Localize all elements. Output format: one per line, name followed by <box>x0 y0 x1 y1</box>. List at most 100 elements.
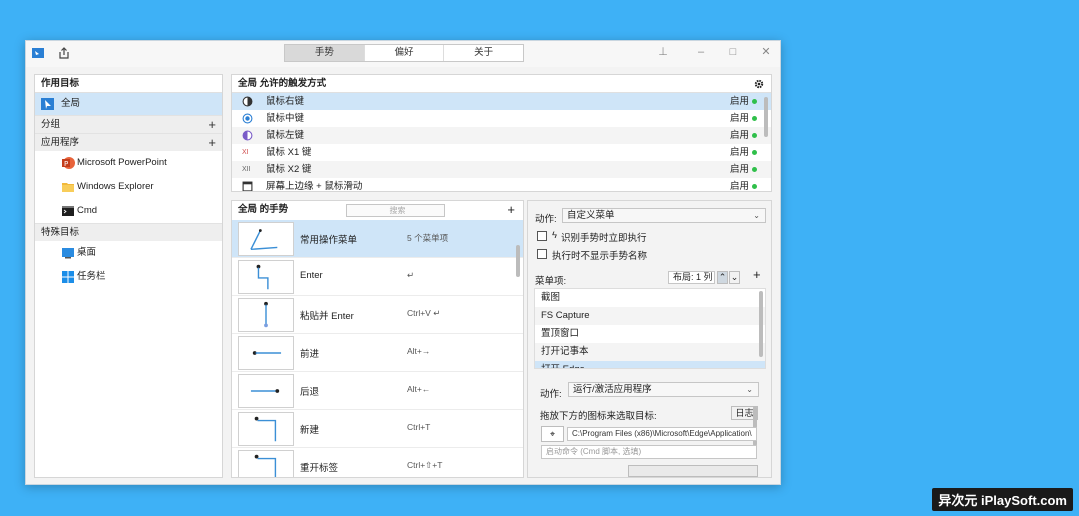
sub-action-value: 运行/激活应用程序 <box>573 384 652 395</box>
special-section: 特殊目标 <box>35 223 222 241</box>
add-app-button[interactable]: + <box>208 134 216 152</box>
menu-item[interactable]: 置顶窗口 <box>535 325 765 343</box>
app-item-powerpoint[interactable]: P Microsoft PowerPoint <box>35 151 222 175</box>
hide-name-checkbox[interactable] <box>537 249 547 259</box>
gesture-preview-icon <box>238 450 294 477</box>
trigger-status: 启用 <box>729 96 749 107</box>
hide-name-label: 执行时不显示手势名称 <box>552 251 648 262</box>
menu-item[interactable]: FS Capture <box>535 307 765 325</box>
trigger-label: 鼠标 X2 键 <box>266 164 312 175</box>
special-label: 特殊目标 <box>41 227 80 238</box>
gestures-scrollbar[interactable] <box>516 245 520 277</box>
trigger-label: 鼠标 X1 键 <box>266 147 312 158</box>
gesture-preview-icon <box>238 298 294 332</box>
target-global-label: 全局 <box>61 98 81 109</box>
trigger-row[interactable]: XII 鼠标 X2 键 启用 <box>232 161 771 178</box>
app-label: Cmd <box>77 205 98 216</box>
status-dot <box>752 99 757 104</box>
layout-dropdown[interactable]: 布局: 1 列 <box>668 271 715 284</box>
apps-section: 应用程序 + <box>35 133 222 151</box>
menu-item[interactable]: 截图 <box>535 289 765 307</box>
maximize-button[interactable]: □ <box>726 45 740 59</box>
add-gesture-button[interactable]: + <box>507 201 515 219</box>
app-item-explorer[interactable]: Windows Explorer <box>35 175 222 199</box>
gesture-row[interactable]: 新建 Ctrl+T <box>232 410 523 448</box>
share-icon[interactable] <box>57 46 71 60</box>
gesture-name: 重开标签 <box>300 463 339 474</box>
minimize-button[interactable]: – <box>694 45 708 59</box>
gesture-row[interactable]: 前进 Alt+→ <box>232 334 523 372</box>
special-item-desktop[interactable]: 桌面 <box>35 241 222 265</box>
mouse-x1-icon: XI <box>242 149 249 156</box>
trigger-row[interactable]: 鼠标左键 启用 <box>232 127 771 144</box>
action-label: 动作: <box>535 214 557 225</box>
add-menu-item-button[interactable]: + <box>753 267 761 282</box>
mouse-x2-icon: XII <box>242 166 251 173</box>
close-button[interactable]: ✕ <box>759 45 773 59</box>
gesture-row[interactable]: 重开标签 Ctrl+⇧+T <box>232 448 523 477</box>
title-bar: 手势 偏好 关于 ⊥ – □ ✕ <box>26 41 780 67</box>
trigger-row[interactable]: 屏幕上边缘 + 鼠标滑动 启用 <box>232 178 771 192</box>
gesture-name: 前进 <box>300 349 320 360</box>
add-group-button[interactable]: + <box>208 116 216 134</box>
trigger-status: 启用 <box>729 147 749 158</box>
gesture-row[interactable]: 后退 Alt+← <box>232 372 523 410</box>
gesture-key: Ctrl+⇧+T <box>407 460 443 470</box>
gesture-name: 新建 <box>300 425 320 436</box>
special-item-taskbar[interactable]: 任务栏 <box>35 265 222 289</box>
gesture-preview-icon <box>238 374 294 408</box>
lightning-icon: ϟ <box>552 230 558 241</box>
layout-down-button[interactable]: ⌄ <box>729 271 740 284</box>
menu-item[interactable]: 打开 Edge <box>535 361 765 368</box>
gesture-name: 粘贴并 Enter <box>300 311 354 322</box>
main-window: 手势 偏好 关于 ⊥ – □ ✕ 作用目标 全局 分组 + 应用程序 + P M… <box>25 40 781 485</box>
gesture-row[interactable]: Enter ↵ <box>232 258 523 296</box>
app-label: Microsoft PowerPoint <box>77 157 167 168</box>
gesture-row[interactable]: 粘贴并 Enter Ctrl+V ↵ <box>232 296 523 334</box>
powerpoint-icon: P <box>62 157 75 169</box>
trigger-label: 屏幕上边缘 + 鼠标滑动 <box>266 181 363 192</box>
app-item-cmd[interactable]: Cmd <box>35 199 222 223</box>
trigger-status: 启用 <box>729 130 749 141</box>
apps-label: 应用程序 <box>41 137 80 148</box>
app-label: Windows Explorer <box>77 181 154 192</box>
menu-item[interactable]: 打开记事本 <box>535 343 765 361</box>
launch-command-input[interactable]: 启动命令 (Cmd 脚本, 选填) <box>541 445 757 459</box>
crosshair-picker-icon[interactable]: ⌖ <box>541 426 564 442</box>
status-dot <box>752 167 757 172</box>
sub-action-dropdown[interactable]: 运行/激活应用程序 ⌄ <box>568 382 759 397</box>
gesture-search-input[interactable]: 搜索 <box>346 204 445 217</box>
drag-target-label: 拖放下方的图标来选取目标: <box>540 411 657 422</box>
target-global[interactable]: 全局 <box>35 93 222 115</box>
triggers-scrollbar[interactable] <box>764 97 768 137</box>
trigger-label: 鼠标中键 <box>266 113 305 124</box>
global-cursor-icon <box>41 98 54 110</box>
status-dot <box>752 184 757 189</box>
pin-icon[interactable]: ⊥ <box>656 45 670 59</box>
special-label: 任务栏 <box>77 271 106 282</box>
trigger-row[interactable]: 鼠标右键 启用 <box>232 93 771 110</box>
gesture-row[interactable]: 常用操作菜单 5 个菜单项 <box>232 220 523 258</box>
partial-button[interactable] <box>628 465 758 477</box>
action-dropdown[interactable]: 自定义菜单 ⌄ <box>562 208 766 223</box>
gesture-key: Alt+← <box>407 384 431 394</box>
layout-up-button[interactable]: ⌃ <box>717 271 728 284</box>
tab-about[interactable]: 关于 <box>444 45 523 61</box>
mouse-right-icon <box>242 96 253 107</box>
target-path-input[interactable]: C:\Program Files (x86)\Microsoft\Edge\Ap… <box>567 427 757 441</box>
folder-icon <box>62 183 74 192</box>
watermark: 异次元 iPlaySoft.com <box>932 488 1073 511</box>
gesture-name: Enter <box>300 270 323 281</box>
execute-immediately-checkbox[interactable] <box>537 231 547 241</box>
special-label: 桌面 <box>77 247 97 258</box>
tab-gestures[interactable]: 手势 <box>285 45 365 61</box>
trigger-status: 启用 <box>729 181 749 192</box>
trigger-row[interactable]: XI 鼠标 X1 键 启用 <box>232 144 771 161</box>
trigger-row[interactable]: 鼠标中键 启用 <box>232 110 771 127</box>
tab-preferences[interactable]: 偏好 <box>365 45 445 61</box>
gesture-key: Ctrl+V ↵ <box>407 308 441 318</box>
trigger-status: 启用 <box>729 113 749 124</box>
gear-icon[interactable] <box>754 79 764 89</box>
gesture-preview-icon <box>238 222 294 256</box>
menu-scrollbar[interactable] <box>759 291 763 357</box>
